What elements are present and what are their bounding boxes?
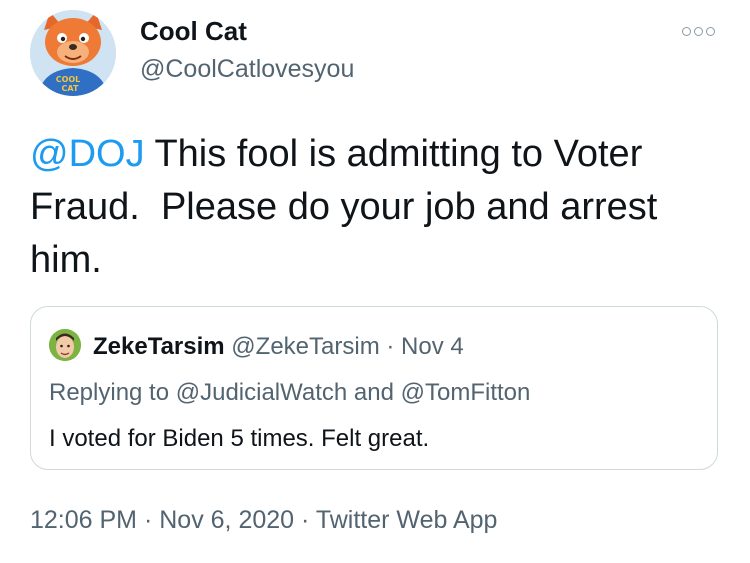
author-avatar[interactable]: COOL CAT bbox=[30, 10, 116, 96]
more-options-icon[interactable] bbox=[682, 24, 718, 38]
author-handle[interactable]: @CoolCatlovesyou bbox=[140, 55, 354, 84]
tweet-source[interactable]: Twitter Web App bbox=[316, 506, 498, 534]
dot bbox=[682, 26, 691, 36]
separator-dot: · bbox=[143, 506, 153, 534]
mention-link[interactable]: @DOJ bbox=[30, 133, 145, 175]
tweet-footer: 12:06 PM · Nov 6, 2020 · Twitter Web App bbox=[30, 506, 497, 535]
svg-text:CAT: CAT bbox=[62, 84, 79, 93]
dot bbox=[694, 26, 703, 36]
person-face-image bbox=[49, 329, 81, 361]
separator-dot: · bbox=[301, 506, 310, 534]
cat-mascot-image: COOL CAT bbox=[30, 10, 116, 96]
tweet-text: @DOJ This fool is admitting to Voter Fra… bbox=[30, 128, 720, 287]
replying-to-line: Replying to @JudicialWatch and @TomFitto… bbox=[49, 379, 531, 406]
tweet-date[interactable]: Nov 6, 2020 bbox=[159, 506, 294, 534]
separator-dot: · bbox=[386, 333, 395, 360]
quoted-tweet-card[interactable]: ZekeTarsim @ZekeTarsim · Nov 4 Replying … bbox=[30, 306, 718, 470]
quoted-tweet-text: I voted for Biden 5 times. Felt great. bbox=[49, 425, 430, 452]
quoted-date[interactable]: Nov 4 bbox=[401, 333, 464, 360]
quoted-tweet-header: ZekeTarsim @ZekeTarsim · Nov 4 bbox=[93, 333, 464, 361]
quoted-author-avatar[interactable] bbox=[49, 329, 81, 361]
svg-text:COOL: COOL bbox=[56, 75, 81, 84]
quoted-handle[interactable]: @ZekeTarsim bbox=[231, 333, 379, 360]
tweet-time[interactable]: 12:06 PM bbox=[30, 506, 137, 534]
author-display-name[interactable]: Cool Cat bbox=[140, 16, 247, 47]
dot bbox=[706, 26, 715, 36]
quoted-display-name[interactable]: ZekeTarsim bbox=[93, 333, 225, 360]
